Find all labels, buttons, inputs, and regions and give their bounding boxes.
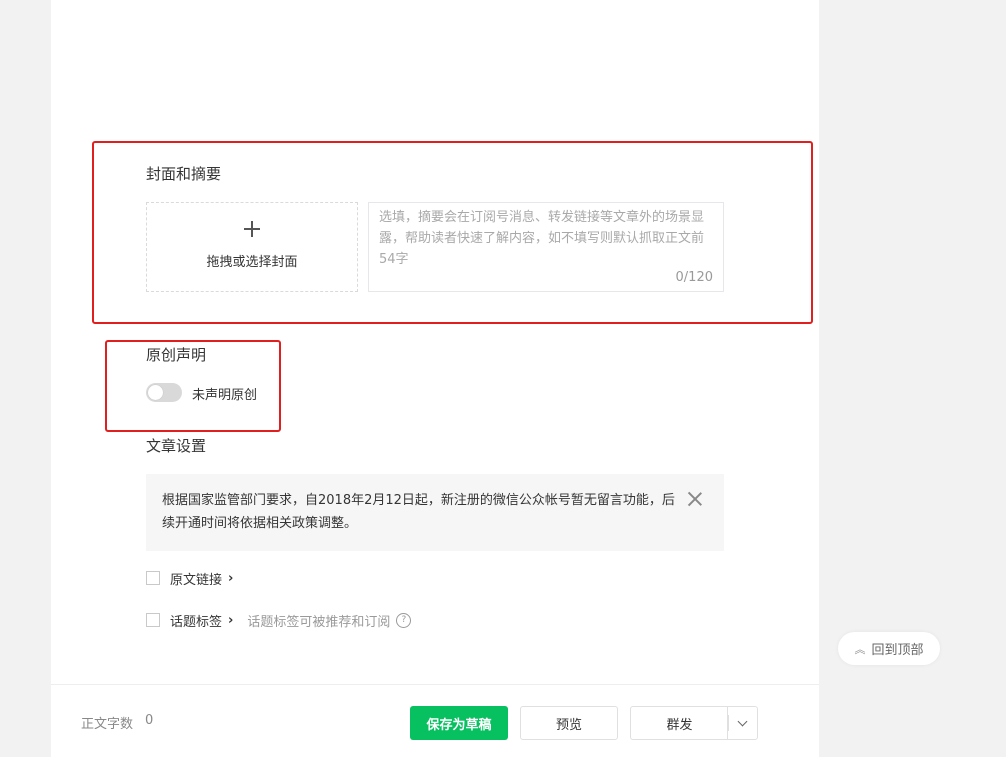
plus-icon bbox=[244, 221, 260, 237]
close-icon[interactable] bbox=[688, 492, 702, 506]
summary-char-counter: 0/120 bbox=[675, 270, 713, 285]
comment-notice: 根据国家监管部门要求，自2018年2月12日起，新注册的微信公众帐号暂无留言功能… bbox=[146, 474, 724, 551]
topic-tag-label[interactable]: 话题标签 bbox=[170, 611, 222, 630]
source-link-row: 原文链接 › bbox=[146, 569, 233, 588]
original-toggle-label: 未声明原创 bbox=[192, 388, 258, 403]
article-settings-title: 文章设置 bbox=[146, 437, 207, 455]
cover-upload-label: 拖拽或选择封面 bbox=[206, 255, 298, 270]
cover-summary-title: 封面和摘要 bbox=[146, 165, 222, 183]
chevron-right-icon[interactable]: › bbox=[228, 571, 233, 586]
chevron-down-icon bbox=[737, 716, 748, 726]
topic-tag-hint: 话题标签可被推荐和订阅 bbox=[247, 614, 391, 630]
cover-upload-button[interactable]: 拖拽或选择封面 bbox=[146, 202, 358, 292]
topic-tag-row: 话题标签 › 话题标签可被推荐和订阅 ? bbox=[146, 611, 412, 630]
back-to-top-label: 回到顶部 bbox=[871, 643, 924, 658]
mass-send-dropdown[interactable] bbox=[727, 706, 758, 740]
notice-text: 根据国家监管部门要求，自2018年2月12日起，新注册的微信公众帐号暂无留言功能… bbox=[162, 493, 675, 531]
divider bbox=[728, 715, 729, 731]
topic-tag-checkbox[interactable] bbox=[146, 613, 160, 627]
original-toggle[interactable] bbox=[146, 383, 182, 402]
chevron-right-icon[interactable]: › bbox=[228, 613, 233, 628]
summary-textarea[interactable]: 选填，摘要会在订阅号消息、转发链接等文章外的场景显露，帮助读者快速了解内容，如不… bbox=[368, 202, 724, 292]
back-to-top-button[interactable]: ︽ 回到顶部 bbox=[838, 632, 940, 665]
word-count-label: 正文字数 bbox=[81, 717, 134, 732]
original-title: 原创声明 bbox=[146, 346, 207, 364]
source-link-checkbox[interactable] bbox=[146, 571, 160, 585]
preview-button[interactable]: 预览 bbox=[520, 706, 618, 740]
double-chevron-up-icon: ︽ bbox=[854, 642, 866, 656]
summary-placeholder: 选填，摘要会在订阅号消息、转发链接等文章外的场景显露，帮助读者快速了解内容，如不… bbox=[379, 210, 705, 267]
help-icon[interactable]: ? bbox=[396, 612, 412, 628]
toggle-knob bbox=[148, 385, 163, 400]
mass-send-button[interactable]: 群发 bbox=[630, 706, 728, 740]
save-draft-button[interactable]: 保存为草稿 bbox=[410, 706, 508, 740]
source-link-label[interactable]: 原文链接 bbox=[170, 569, 222, 588]
word-count-value: 0 bbox=[145, 713, 154, 728]
